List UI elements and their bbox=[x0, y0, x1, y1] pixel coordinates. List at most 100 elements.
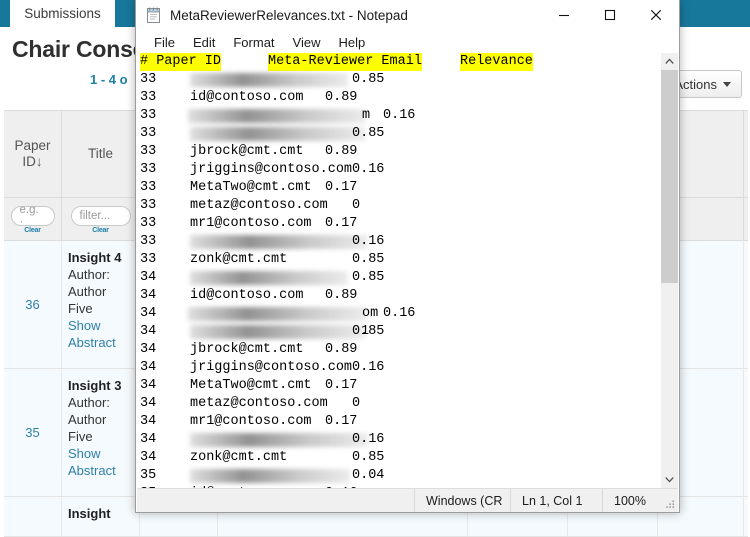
notepad-text-line: 34mr1@contoso.com0.17 bbox=[140, 413, 656, 431]
line-paper-id: 33 bbox=[140, 143, 156, 161]
line-relevance: 0.89 bbox=[325, 341, 357, 359]
close-button[interactable] bbox=[633, 0, 679, 30]
tab-submissions[interactable]: Submissions bbox=[10, 0, 115, 27]
line-relevance: 0.04 bbox=[352, 467, 384, 485]
minimize-button[interactable] bbox=[541, 0, 587, 30]
line-relevance: 0.85 bbox=[352, 251, 384, 269]
column-header-paper-id[interactable]: Paper ID↓ bbox=[4, 111, 62, 197]
line-relevance: 0.85 bbox=[352, 125, 384, 143]
line-paper-id: 34 bbox=[140, 305, 156, 323]
line-email: jbrock@cmt.cmt bbox=[190, 341, 303, 359]
line-relevance: 0.17 bbox=[325, 413, 357, 431]
scrollbar-thumb[interactable] bbox=[661, 70, 678, 283]
notepad-text-area[interactable]: # Paper IDMeta-Reviewer EmailRelevance33… bbox=[137, 53, 678, 488]
notepad-text-line: 340.85 bbox=[140, 269, 656, 287]
cell-title-text: Insight 4 bbox=[68, 249, 133, 266]
notepad-text-line: 3410.85 bbox=[140, 323, 656, 341]
notepad-text-line: 33id@contoso.com0.89 bbox=[140, 89, 656, 107]
window-controls bbox=[541, 0, 679, 30]
line-paper-id: 34 bbox=[140, 341, 156, 359]
line-paper-id: 34 bbox=[140, 287, 156, 305]
scroll-up-icon[interactable] bbox=[661, 53, 678, 70]
clear-filter-paper-id[interactable]: Clear bbox=[24, 227, 41, 234]
line-paper-id: 34 bbox=[140, 359, 156, 377]
status-cursor-position: Ln 1, Col 1 bbox=[510, 489, 602, 512]
menu-edit[interactable]: Edit bbox=[184, 35, 224, 50]
line-relevance: 0.17 bbox=[325, 179, 357, 197]
cell-title: Insight bbox=[62, 497, 140, 536]
status-encoding: Windows (CR bbox=[414, 489, 510, 512]
filter-input-paper-id[interactable]: e.g. · bbox=[11, 206, 55, 226]
notepad-text-line: 34 jbrock@cmt.cmt 0.89 bbox=[140, 341, 656, 359]
column-header-title[interactable]: Title bbox=[62, 111, 140, 197]
resize-grip-icon[interactable] bbox=[664, 489, 678, 512]
redacted-email bbox=[188, 109, 366, 123]
menu-format[interactable]: Format bbox=[224, 35, 283, 50]
notepad-text-line: 330.16 bbox=[140, 233, 656, 251]
notepad-text-line: 33jbrock@cmt.cmt0.89 bbox=[140, 143, 656, 161]
notepad-text-line: 330.85 bbox=[140, 125, 656, 143]
notepad-text-line: 33 jriggins@contoso.com0.16 bbox=[140, 161, 656, 179]
tab-submissions-label: Submissions bbox=[24, 6, 101, 21]
line-relevance: 0.17 bbox=[325, 215, 357, 233]
line-relevance: 0.85 bbox=[352, 71, 384, 89]
line-relevance: 0.17 bbox=[325, 377, 357, 395]
line-paper-id: 34 bbox=[140, 323, 156, 341]
line-paper-id: 33 bbox=[140, 215, 156, 233]
line-paper-id: 34 bbox=[140, 449, 156, 467]
notepad-text-line: 34om0.16 bbox=[140, 305, 656, 323]
line-relevance: 0.85 bbox=[352, 269, 384, 287]
line-paper-id: 34 bbox=[140, 395, 156, 413]
line-email: metaz@contoso.com bbox=[190, 197, 328, 215]
notepad-title-bar[interactable]: MetaReviewerRelevances.txt - Notepad bbox=[136, 0, 679, 31]
notepad-text-line: 33 mr1@contoso.com 0.17 bbox=[140, 215, 656, 233]
result-count: 1 - 4 o bbox=[90, 72, 128, 87]
show-abstract-link[interactable]: Show Abstract bbox=[68, 317, 133, 351]
notepad-icon bbox=[145, 7, 162, 24]
menu-help[interactable]: Help bbox=[329, 35, 374, 50]
cell-title-text: Insight bbox=[68, 505, 133, 522]
line-email: mr1@contoso.com bbox=[190, 215, 312, 233]
show-abstract-link[interactable]: Show Abstract bbox=[68, 445, 133, 479]
line-email: zonk@cmt.cmt bbox=[190, 449, 287, 467]
line-paper-id: 33 bbox=[140, 89, 156, 107]
line-relevance: 0.16 bbox=[352, 233, 384, 251]
line-relevance: 0.89 bbox=[325, 143, 357, 161]
filter-cell-title: filter... Clear bbox=[62, 198, 140, 240]
maximize-button[interactable] bbox=[587, 0, 633, 30]
menu-view[interactable]: View bbox=[284, 35, 330, 50]
cell-paper-id: 35 bbox=[4, 369, 62, 496]
notepad-text-content: # Paper IDMeta-Reviewer EmailRelevance33… bbox=[140, 53, 656, 488]
line-email: id@contoso.com bbox=[190, 287, 303, 305]
redacted-email bbox=[190, 469, 350, 483]
redacted-email bbox=[190, 271, 348, 285]
line-relevance: 0.16 bbox=[352, 431, 384, 449]
line-paper-id: 34 bbox=[140, 431, 156, 449]
notepad-text-line: 33zonk@cmt.cmt0.85 bbox=[140, 251, 656, 269]
filter-input-title[interactable]: filter... bbox=[71, 206, 131, 226]
notepad-text-line: 34jriggins@contoso.com0.16 bbox=[140, 359, 656, 377]
line-paper-id: 33 bbox=[140, 251, 156, 269]
line-relevance: 0 bbox=[352, 395, 360, 413]
line-relevance: 0 bbox=[352, 197, 360, 215]
line-email: id@contoso.com bbox=[190, 89, 303, 107]
line-relevance: 0.16 bbox=[383, 107, 415, 125]
menu-file[interactable]: File bbox=[145, 35, 184, 50]
notepad-text-line: 34metaz@contoso.com0 bbox=[140, 395, 656, 413]
line-relevance: 0.16 bbox=[352, 161, 384, 179]
notepad-text-line: 34zonk@cmt.cmt0.85 bbox=[140, 449, 656, 467]
line-paper-id: 35 bbox=[140, 467, 156, 485]
notepad-text-line: 34MetaTwo@cmt.cmt0.17 bbox=[140, 377, 656, 395]
notepad-text-line: 33metaz@contoso.com0 bbox=[140, 197, 656, 215]
scroll-down-icon[interactable] bbox=[661, 471, 678, 488]
line-email: jriggins@contoso.com bbox=[190, 161, 352, 179]
notepad-window[interactable]: MetaReviewerRelevances.txt - Notepad Fil… bbox=[135, 0, 680, 513]
notepad-scrollbar[interactable] bbox=[660, 53, 678, 488]
line-email: jriggins@contoso.com bbox=[190, 359, 352, 377]
line-email: mr1@contoso.com bbox=[190, 413, 312, 431]
line-paper-id: 34 bbox=[140, 377, 156, 395]
clear-filter-title[interactable]: Clear bbox=[92, 227, 109, 234]
notepad-text-line: 350.04 bbox=[140, 467, 656, 485]
line-paper-id: 33 bbox=[140, 161, 156, 179]
redacted-email bbox=[188, 307, 366, 321]
